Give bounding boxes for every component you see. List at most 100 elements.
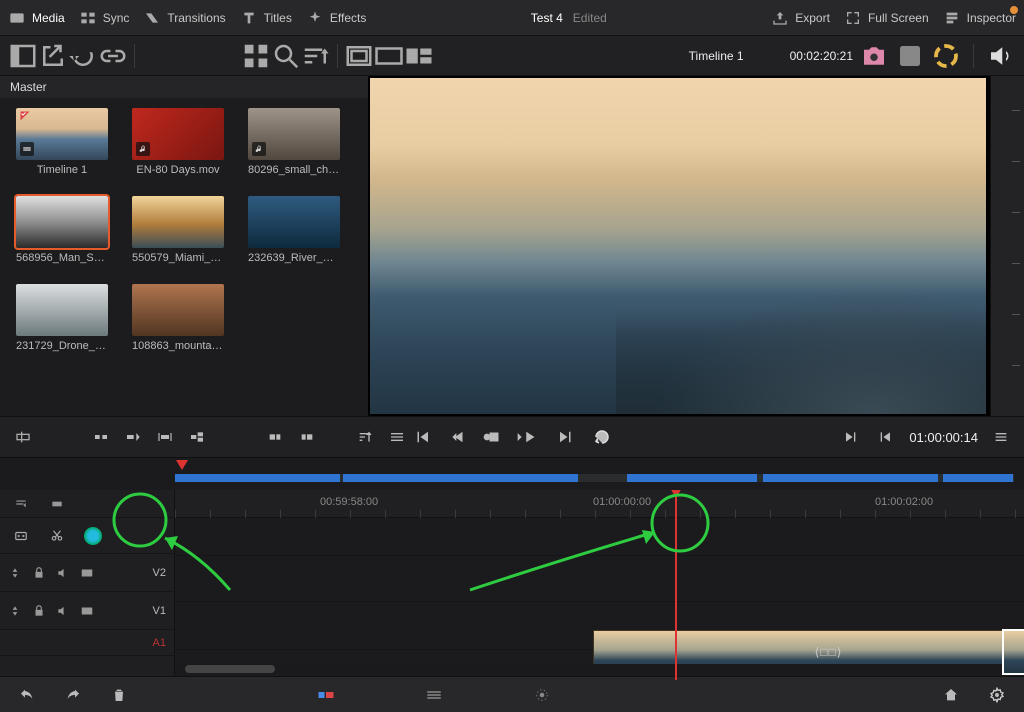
used-check-icon	[18, 110, 32, 122]
selection-tool-button[interactable]	[8, 492, 34, 516]
clip-thumbnail[interactable]	[248, 196, 340, 248]
loop-button[interactable]	[589, 425, 615, 449]
home-button[interactable]	[938, 683, 964, 707]
undo-button[interactable]	[14, 683, 40, 707]
media-clip[interactable]: 108863_mountain...	[132, 284, 224, 352]
clip-handle-icon[interactable]: ⟨□□⟩	[815, 645, 843, 659]
options-button[interactable]	[384, 425, 410, 449]
scrollbar-thumb[interactable]	[185, 665, 275, 673]
trim-tool-button[interactable]	[44, 492, 70, 516]
page-edit-icon[interactable]	[420, 685, 448, 705]
camera-icon[interactable]	[859, 42, 889, 70]
search-button[interactable]	[271, 42, 301, 70]
transport-timecode[interactable]: 01:00:00:14	[909, 430, 978, 445]
overview-playhead[interactable]	[176, 460, 188, 470]
timeline-scrollbar[interactable]	[175, 664, 1024, 674]
track-header-a1[interactable]: A1	[0, 630, 174, 656]
safe-area-button[interactable]	[344, 42, 374, 70]
menu-transitions[interactable]: Transitions	[143, 10, 225, 26]
link-button[interactable]	[98, 42, 128, 70]
expand-icon[interactable]	[8, 566, 22, 580]
refresh-button[interactable]	[68, 42, 98, 70]
trim-start-button[interactable]	[262, 425, 288, 449]
menu-media[interactable]: Media	[8, 10, 65, 26]
redo-button[interactable]	[60, 683, 86, 707]
video-track-icon[interactable]	[80, 566, 94, 580]
prev-clip-button[interactable]	[873, 425, 899, 449]
timeline-body[interactable]: 00:59:58:0001:00:00:0001:00:02:00 ⟨□□⟩	[175, 490, 1024, 680]
track-header-v1[interactable]: V1	[0, 592, 174, 630]
page-fusion-icon[interactable]	[528, 685, 556, 705]
play-button[interactable]	[517, 425, 543, 449]
menu-fullscreen[interactable]: Full Screen	[844, 10, 929, 26]
tool-arrow-button[interactable]	[88, 425, 114, 449]
clip-thumbnail[interactable]	[16, 108, 108, 160]
blade-tool-button[interactable]	[8, 524, 34, 548]
aspect-button[interactable]	[374, 42, 404, 70]
delete-button[interactable]	[106, 683, 132, 707]
lock-icon[interactable]	[32, 566, 46, 580]
goto-start-button[interactable]	[409, 425, 435, 449]
timeline-playhead[interactable]	[675, 490, 677, 680]
import-button[interactable]	[38, 42, 68, 70]
timeline-timecode[interactable]: 00:02:20:21	[790, 49, 853, 63]
razor-button[interactable]	[44, 524, 70, 548]
tool-ripple-button[interactable]	[152, 425, 178, 449]
viewer-image[interactable]	[370, 78, 986, 414]
overview-segment[interactable]	[763, 474, 938, 482]
timeline-overview[interactable]	[0, 458, 1024, 490]
sort-button[interactable]	[301, 42, 331, 70]
menu-sync[interactable]: Sync	[79, 10, 130, 26]
clip-thumbnail[interactable]	[16, 284, 108, 336]
layout-toggle-button[interactable]	[8, 42, 38, 70]
menu-export[interactable]: Export	[771, 10, 830, 26]
clip-thumbnail[interactable]	[248, 108, 340, 160]
page-cut-icon[interactable]	[312, 685, 340, 705]
audio-badge-icon	[252, 142, 266, 156]
sort-tool-button[interactable]	[352, 425, 378, 449]
speaker-icon[interactable]	[56, 566, 70, 580]
color-wheel-icon[interactable]	[931, 42, 961, 70]
stop-button[interactable]	[481, 425, 507, 449]
track-header-v2[interactable]: V2	[0, 554, 174, 592]
thumbnail-view-button[interactable]	[404, 42, 434, 70]
snapping-button[interactable]	[80, 524, 106, 548]
ruler-time-label: 00:59:58:00	[320, 496, 378, 508]
settings-button[interactable]	[984, 683, 1010, 707]
media-pool-header[interactable]: Master	[0, 76, 368, 98]
step-forward-button[interactable]	[553, 425, 579, 449]
trim-end-button[interactable]	[294, 425, 320, 449]
media-clip[interactable]: 231729_Drone_Dr...	[16, 284, 108, 352]
clip-thumbnail[interactable]	[132, 284, 224, 336]
media-clip[interactable]: EN-80 Days.mov	[132, 108, 224, 176]
media-clip[interactable]: 80296_small_chur...	[248, 108, 340, 176]
menu-inspector[interactable]: Inspector	[943, 10, 1016, 26]
overview-segment[interactable]	[343, 474, 578, 482]
grid-view-button[interactable]	[241, 42, 271, 70]
clip-thumbnail[interactable]	[132, 108, 224, 160]
next-clip-button[interactable]	[837, 425, 863, 449]
lock-icon[interactable]	[32, 604, 46, 618]
step-back-button[interactable]	[445, 425, 471, 449]
tool-append-button[interactable]	[120, 425, 146, 449]
menu-titles[interactable]: Titles	[240, 10, 292, 26]
insert-clip-button[interactable]	[10, 425, 36, 449]
marker-tool-icon[interactable]	[895, 42, 925, 70]
media-clip[interactable]: 232639_River_Wat...	[248, 196, 340, 264]
video-track-icon[interactable]	[80, 604, 94, 618]
speaker-icon[interactable]	[986, 42, 1016, 70]
overview-segment[interactable]	[627, 474, 757, 482]
overview-segment[interactable]	[175, 474, 340, 482]
expand-icon[interactable]	[8, 604, 22, 618]
clip-thumbnail[interactable]	[132, 196, 224, 248]
clip-thumbnail[interactable]	[16, 196, 108, 248]
media-clip[interactable]: Timeline 1	[16, 108, 108, 176]
media-clip[interactable]: 568956_Man_Sko...	[16, 196, 108, 264]
timeline-menu-button[interactable]	[988, 425, 1014, 449]
menu-effects[interactable]: Effects	[306, 10, 366, 26]
tool-overwrite-button[interactable]	[184, 425, 210, 449]
speaker-icon[interactable]	[56, 604, 70, 618]
time-ruler[interactable]: 00:59:58:0001:00:00:0001:00:02:00	[175, 490, 1024, 518]
overview-segment[interactable]	[943, 474, 1013, 482]
media-clip[interactable]: 550579_Miami_Cit...	[132, 196, 224, 264]
